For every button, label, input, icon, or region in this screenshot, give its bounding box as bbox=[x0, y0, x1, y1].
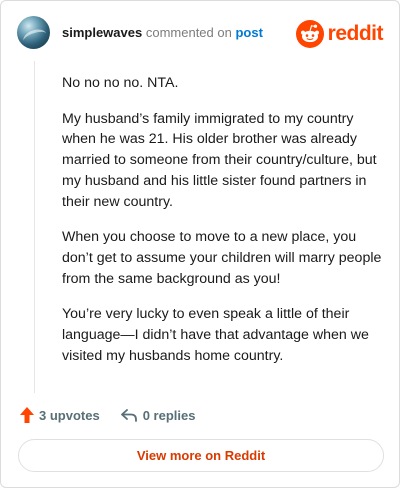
post-link[interactable]: post bbox=[235, 25, 262, 40]
reddit-logo[interactable]: reddit bbox=[295, 19, 384, 49]
comment-paragraph: My husband’s family immigrated to my cou… bbox=[62, 110, 377, 210]
username-link[interactable]: simplewaves bbox=[62, 25, 142, 40]
action-text: commented on bbox=[145, 25, 232, 40]
comment-paragraph: No no no no. NTA. bbox=[62, 75, 179, 91]
reply-arrow-icon[interactable] bbox=[120, 407, 138, 423]
reddit-wordmark: reddit bbox=[327, 22, 384, 45]
comment-body: No no no no. NTA. My husband’s family im… bbox=[62, 73, 382, 381]
thread-line bbox=[34, 61, 35, 393]
comment-paragraph: You’re very lucky to even speak a little… bbox=[62, 306, 369, 364]
comment-header: simplewaves commented on post reddit bbox=[17, 16, 384, 52]
comment-footer: 3 upvotes 0 replies bbox=[19, 405, 195, 425]
reddit-alien-icon bbox=[295, 20, 324, 48]
avatar[interactable] bbox=[17, 16, 50, 49]
reply-count: 0 replies bbox=[142, 407, 196, 423]
upvote-arrow-icon[interactable] bbox=[19, 406, 35, 424]
embedded-comment-card: simplewaves commented on post reddit No … bbox=[0, 0, 400, 488]
upvote-count: 3 upvotes bbox=[39, 407, 100, 423]
view-more-on-reddit-button[interactable]: View more on Reddit bbox=[18, 439, 384, 472]
comment-paragraph: When you choose to move to a new place, … bbox=[62, 229, 382, 287]
comment-meta: simplewaves commented on post bbox=[62, 25, 263, 40]
